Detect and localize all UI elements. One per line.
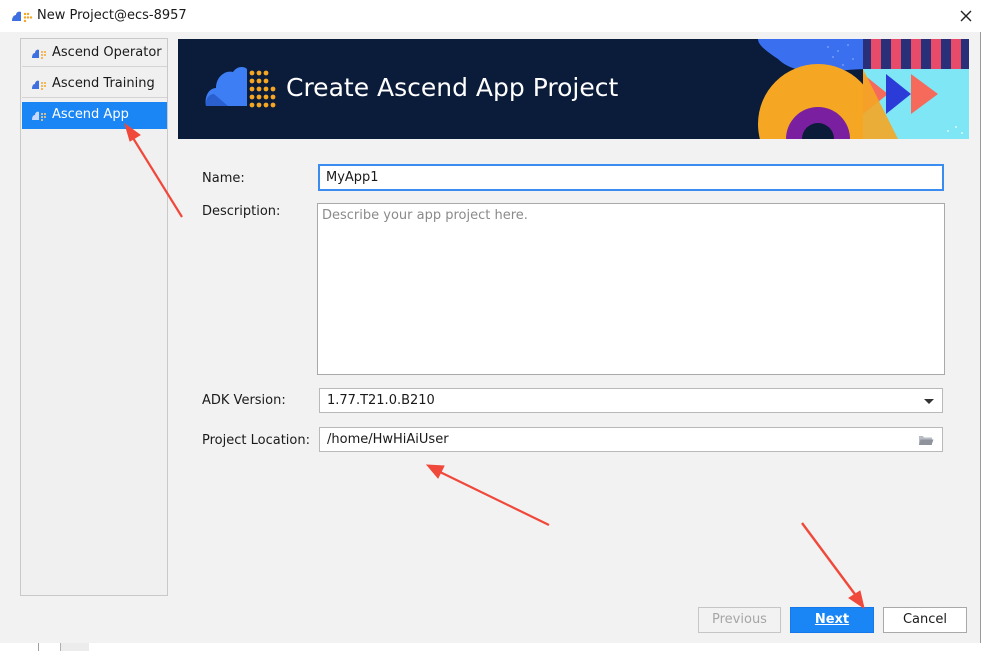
description-label: Description: bbox=[202, 204, 281, 219]
divider bbox=[38, 643, 39, 651]
new-project-dialog: New Project@ecs-8957 Ascend Operator Asc… bbox=[0, 0, 981, 643]
close-icon[interactable] bbox=[952, 4, 978, 28]
project-type-list: Ascend Operator Ascend Training Ascend A… bbox=[20, 38, 168, 596]
adk-version-label: ADK Version: bbox=[202, 393, 286, 408]
name-label: Name: bbox=[202, 171, 245, 186]
description-textarea[interactable] bbox=[317, 203, 945, 375]
sidebar-item-label: Ascend App bbox=[52, 107, 129, 122]
sidebar-item-ascend-operator[interactable]: Ascend Operator bbox=[22, 40, 167, 67]
cancel-button[interactable]: Cancel bbox=[883, 607, 967, 633]
project-location-label: Project Location: bbox=[202, 433, 310, 448]
window-title: New Project@ecs-8957 bbox=[37, 8, 187, 23]
adk-version-value: 1.77.T21.0.B210 bbox=[327, 393, 435, 408]
ascend-cloud-icon bbox=[11, 10, 33, 26]
ascend-icon bbox=[31, 79, 49, 94]
project-name-input[interactable] bbox=[318, 164, 944, 191]
divider bbox=[60, 643, 89, 651]
sidebar-item-label: Ascend Training bbox=[52, 76, 155, 91]
background-window-strip bbox=[0, 643, 981, 651]
next-button[interactable]: Next bbox=[790, 607, 874, 633]
ascend-icon bbox=[31, 48, 49, 63]
previous-button[interactable]: Previous bbox=[698, 607, 781, 633]
header-banner: Create Ascend App Project bbox=[178, 39, 969, 139]
title-bar: New Project@ecs-8957 bbox=[0, 0, 981, 32]
next-button-label: Next bbox=[814, 612, 850, 627]
ascend-icon bbox=[31, 110, 49, 125]
chevron-down-icon bbox=[924, 399, 934, 404]
ascend-cloud-logo bbox=[205, 67, 276, 108]
sidebar-item-label: Ascend Operator bbox=[52, 45, 162, 60]
project-location-value: /home/HwHiAiUser bbox=[327, 432, 449, 447]
sidebar-item-ascend-training[interactable]: Ascend Training bbox=[22, 71, 167, 98]
adk-version-select[interactable]: 1.77.T21.0.B210 bbox=[319, 388, 943, 413]
sidebar-item-ascend-app[interactable]: Ascend App bbox=[22, 102, 167, 129]
banner-title: Create Ascend App Project bbox=[286, 73, 619, 102]
folder-open-icon[interactable] bbox=[918, 434, 934, 450]
project-location-field[interactable]: /home/HwHiAiUser bbox=[319, 427, 943, 452]
